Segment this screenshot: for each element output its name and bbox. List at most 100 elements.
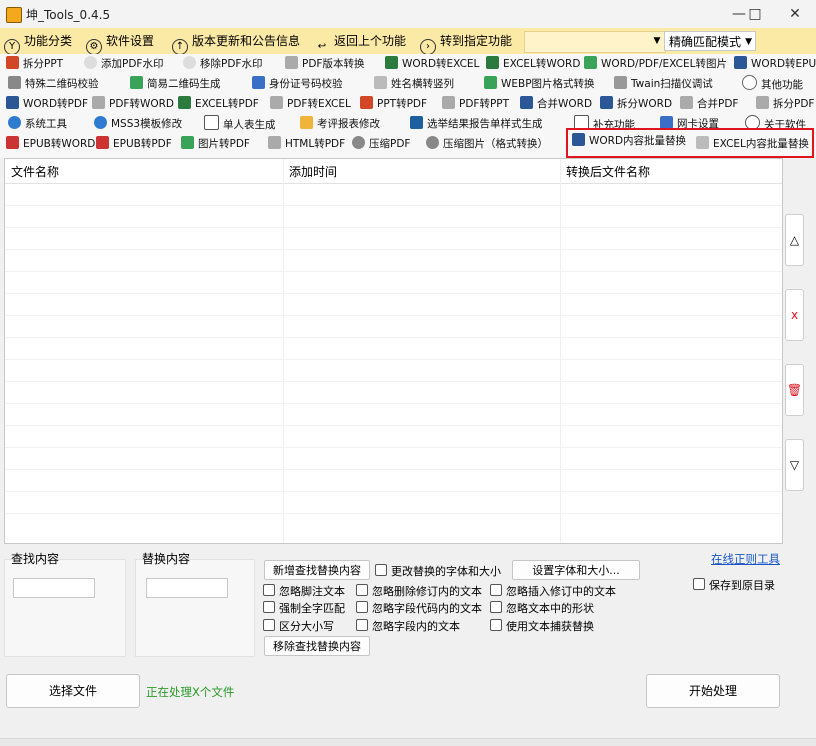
tool-pdf-to-excel[interactable]: PDF转EXCEL — [270, 95, 351, 114]
id-card-icon — [252, 76, 265, 89]
tool-compress-image[interactable]: 压缩图片（格式转换） — [426, 135, 548, 154]
tool-html-to-pdf[interactable]: HTML转PDF — [268, 135, 345, 154]
select-file-button[interactable]: 选择文件 — [6, 674, 140, 708]
ignore-field-code-checkbox[interactable]: 忽略字段代码内的文本 — [356, 600, 482, 616]
remove-item-button[interactable]: x — [785, 289, 804, 341]
ignore-shapes-checkbox[interactable]: 忽略文本中的形状 — [490, 600, 594, 616]
scanner-icon — [614, 76, 627, 89]
ignore-inserted-revision-checkbox[interactable]: 忽略插入修订中的文本 — [490, 583, 616, 599]
move-up-button[interactable]: △ — [785, 214, 804, 266]
tool-compress-pdf[interactable]: 压缩PDF — [352, 135, 410, 154]
menu-update-notice[interactable]: ↑ 版本更新和公告信息 — [172, 30, 300, 55]
row-divider — [5, 359, 782, 360]
ppt-icon — [6, 56, 19, 69]
tool-pdf-to-ppt[interactable]: PDF转PPT — [442, 95, 509, 114]
tool-twain-scanner-debug[interactable]: Twain扫描仪调试 — [614, 75, 713, 94]
ignore-deleted-revision-checkbox[interactable]: 忽略删除修订内的文本 — [356, 583, 482, 599]
tool-word-to-pdf[interactable]: WORD转PDF — [6, 95, 88, 114]
remove-find-replace-button[interactable]: 移除查找替换内容 — [264, 636, 370, 656]
tool-mss3-template-edit[interactable]: MSS3模板修改 — [94, 115, 182, 134]
gear-icon — [94, 116, 107, 129]
match-mode-select[interactable]: 精确匹配模式 ▼ — [664, 31, 756, 51]
chevron-down-icon[interactable]: ▼ — [650, 31, 664, 51]
tool-special-qrcode-check[interactable]: 特殊二维码校验 — [8, 75, 99, 94]
tool-word-to-excel[interactable]: WORD转EXCEL — [385, 55, 479, 74]
add-find-replace-button[interactable]: 新增查找替换内容 — [264, 560, 370, 580]
pdf-icon — [92, 96, 105, 109]
tool-split-pdf[interactable]: 拆分PDF — [756, 95, 814, 114]
change-font-checkbox[interactable]: 更改替换的字体和大小 — [375, 563, 501, 579]
word-icon — [600, 96, 613, 109]
clear-list-button[interactable]: 🗑 — [785, 364, 804, 416]
row-divider — [5, 271, 782, 272]
tool-office-to-image[interactable]: WORD/PDF/EXCEL转图片 — [584, 55, 727, 74]
tool-epub-to-pdf[interactable]: EPUB转PDF — [96, 135, 172, 154]
replace-panel: 替换内容 — [135, 552, 255, 657]
tool-add-pdf-watermark[interactable]: 添加PDF水印 — [84, 55, 163, 74]
whole-word-checkbox[interactable]: 强制全字匹配 — [263, 600, 345, 616]
tool-system-tools[interactable]: 系统工具 — [8, 115, 67, 134]
tool-merge-word[interactable]: 合并WORD — [520, 95, 592, 114]
tool-remove-pdf-watermark[interactable]: 移除PDF水印 — [183, 55, 262, 74]
tool-id-number-check[interactable]: 身份证号码校验 — [252, 75, 343, 94]
menu-function-category[interactable]: Y 功能分类 — [4, 30, 72, 55]
start-process-button[interactable]: 开始处理 — [646, 674, 780, 708]
maximize-button[interactable]: □ — [740, 3, 770, 25]
tool-word-to-epub[interactable]: WORD转EPUB — [734, 55, 816, 74]
window-title: 坤_Tools_0.4.5 — [26, 8, 111, 22]
tool-ppt-to-pdf[interactable]: PPT转PDF — [360, 95, 427, 114]
word-icon — [734, 56, 747, 69]
font-setting-button[interactable]: 设置字体和大小... — [512, 560, 640, 580]
column-add-time[interactable]: 添加时间 — [289, 163, 337, 180]
tool-single-table-generate[interactable]: 单人表生成 — [204, 115, 276, 134]
menu-back[interactable]: ↩ 返回上个功能 — [314, 30, 406, 52]
document-icon — [374, 76, 387, 89]
tool-election-report-style[interactable]: 选举结果报告单样式生成 — [410, 115, 543, 134]
ignore-footnote-checkbox[interactable]: 忽略脚注文本 — [263, 583, 345, 599]
row-divider — [5, 205, 782, 206]
tool-excel-to-pdf[interactable]: EXCEL转PDF — [178, 95, 259, 114]
image-icon — [484, 76, 497, 89]
tool-webp-convert[interactable]: WEBP图片格式转换 — [484, 75, 595, 94]
pdf-icon — [756, 96, 769, 109]
toolbar-row: WORD转PDF PDF转WORD EXCEL转PDF PDF转EXCEL PP… — [0, 94, 816, 114]
tool-image-to-pdf[interactable]: 图片转PDF — [181, 135, 250, 154]
row-divider — [5, 403, 782, 404]
tool-simple-qrcode-generate[interactable]: 简易二维码生成 — [130, 75, 221, 94]
toolbar-row: 拆分PPT 添加PDF水印 移除PDF水印 PDF版本转换 WORD转EXCEL… — [0, 54, 816, 74]
app-logo-icon — [6, 7, 22, 23]
tool-merge-pdf[interactable]: 合并PDF — [680, 95, 738, 114]
column-file-name[interactable]: 文件名称 — [11, 163, 59, 180]
menu-software-settings[interactable]: ⚙ 软件设置 — [86, 30, 154, 55]
close-button[interactable]: ✕ — [780, 3, 810, 25]
function-search-input[interactable] — [524, 31, 666, 53]
find-input[interactable] — [13, 578, 95, 598]
excel-icon — [486, 56, 499, 69]
save-to-source-checkbox[interactable]: 保存到原目录 — [693, 577, 775, 593]
tool-excel-to-word[interactable]: EXCEL转WORD — [486, 55, 580, 74]
html-icon — [268, 136, 281, 149]
filter-icon: Y — [4, 39, 20, 55]
row-divider — [5, 293, 782, 294]
tool-pdf-version-convert[interactable]: PDF版本转换 — [285, 55, 364, 74]
menu-goto-function[interactable]: › 转到指定功能 — [420, 30, 512, 55]
tool-name-to-vertical[interactable]: 姓名横转竖列 — [374, 75, 454, 94]
row-divider — [5, 469, 782, 470]
file-list-table[interactable]: 文件名称 添加时间 转换后文件名称 — [4, 158, 783, 544]
title-bar: 坤_Tools_0.4.5 — □ ✕ — [0, 0, 816, 28]
tool-other-functions[interactable]: 其他功能 — [742, 75, 803, 94]
match-case-checkbox[interactable]: 区分大小写 — [263, 618, 334, 634]
tool-pdf-to-word[interactable]: PDF转WORD — [92, 95, 174, 114]
move-down-button[interactable]: ▽ — [785, 439, 804, 491]
tool-split-word[interactable]: 拆分WORD — [600, 95, 672, 114]
use-text-capture-checkbox[interactable]: 使用文本捕获替换 — [490, 618, 594, 634]
tool-split-ppt[interactable]: 拆分PPT — [6, 55, 63, 74]
tool-evaluation-report-edit[interactable]: 考评报表修改 — [300, 115, 380, 134]
online-regex-tool-link[interactable]: 在线正则工具 — [711, 551, 780, 567]
ignore-field-checkbox[interactable]: 忽略字段内的文本 — [356, 618, 460, 634]
watermark-icon — [183, 56, 196, 69]
column-converted-name[interactable]: 转换后文件名称 — [566, 163, 650, 180]
row-divider — [5, 315, 782, 316]
replace-input[interactable] — [146, 578, 228, 598]
tool-epub-to-word[interactable]: EPUB转WORD — [6, 135, 95, 154]
